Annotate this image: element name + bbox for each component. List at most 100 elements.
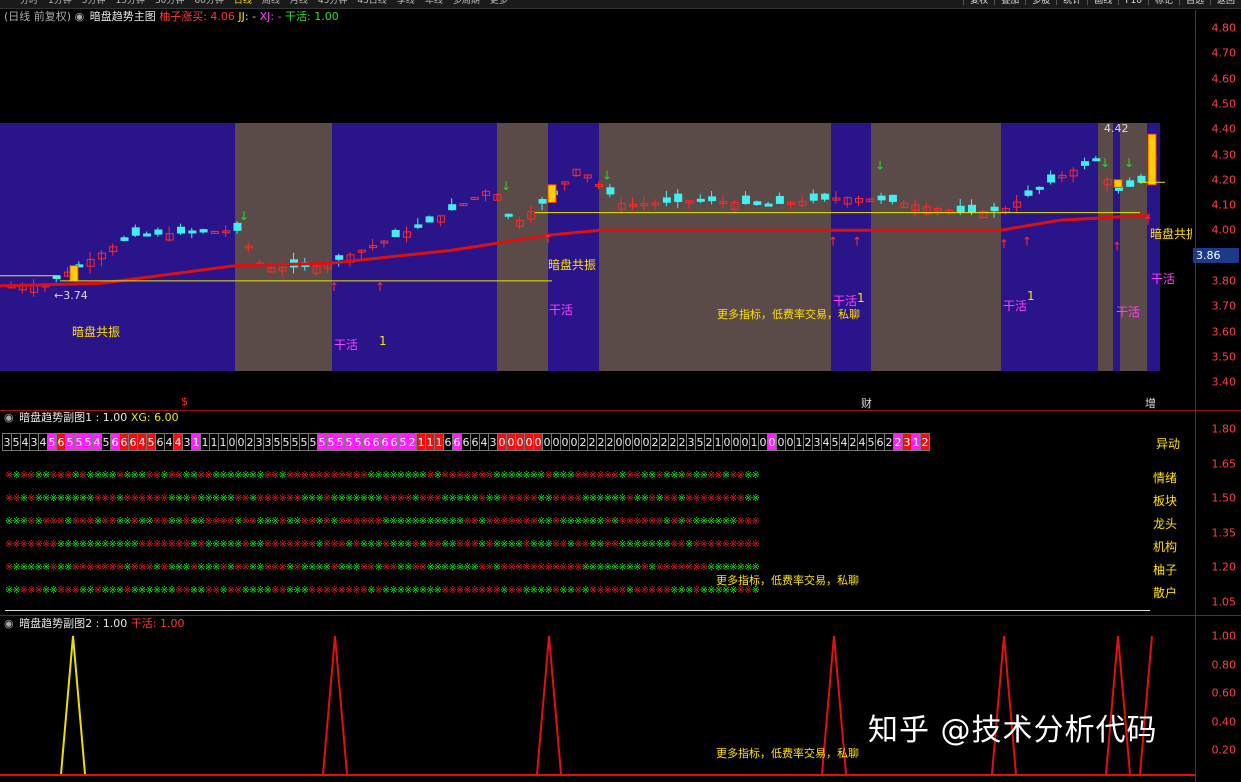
- down-arrow-icon: ↓: [239, 209, 249, 223]
- symbol-row: ※※※※※※※※※※※※※※※※※※※※※※※※※※※※※※※※※※※※※※※※…: [5, 493, 760, 504]
- candle-body: [764, 203, 773, 207]
- axis-tick-label: 1.80: [1211, 422, 1237, 436]
- price-axis: 4.804.704.604.504.404.304.204.104.003.90…: [1195, 10, 1241, 410]
- row-label-sector: 板块: [1153, 494, 1178, 508]
- down-arrow-icon: ↓: [501, 179, 511, 193]
- sub1-value: : 1.00: [95, 411, 128, 424]
- period-tab[interactable]: 日线: [234, 0, 252, 6]
- high-price-label: 4.42: [1104, 122, 1129, 135]
- axis-tick-label: 1.65: [1211, 457, 1237, 470]
- down-arrow-icon: ↓: [602, 169, 612, 183]
- marker-s: $: [181, 395, 188, 408]
- period-tab[interactable]: 周线: [262, 0, 280, 6]
- sub1-axis: 1.80 1.65 1.50 1.35 1.20 1.05: [1195, 411, 1241, 615]
- signal-spike: [536, 635, 562, 775]
- signal-spike: [60, 635, 86, 775]
- candle-body: [188, 230, 197, 234]
- axis-tick-label: 4.00: [1211, 223, 1237, 237]
- tool-buttons[interactable]: 复权 叠加 多股 统计 画线 F10 标记 自选 返回: [963, 0, 1241, 6]
- row-label-institution: 机构: [1153, 540, 1178, 554]
- candle-body: [199, 229, 208, 233]
- period-toolbar: 分时 1分钟 5分钟 15分钟 30分钟 60分钟 日线 周线 月线 45分钟 45日线 季线 年线 多周…: [0, 0, 1241, 9]
- candle-body: [821, 193, 830, 200]
- axis-tick-label: 4.40: [1211, 122, 1237, 136]
- period-tab[interactable]: 45日线: [357, 0, 386, 6]
- candle-body: [956, 205, 965, 213]
- panel-divider-1[interactable]: [0, 410, 1241, 411]
- tool-button[interactable]: 复权: [963, 0, 994, 6]
- sub2-axis: 1.00 0.80 0.60 0.40 0.20: [1195, 616, 1241, 782]
- period-tab[interactable]: 15分钟: [115, 0, 144, 6]
- main-candlestick-chart[interactable]: ↓↓↓↓ ↓ ↓↑ ↑↑ ↑ ↑ ↑ ↑ ↑↑: [0, 10, 1195, 410]
- axis-tick-label: 4.80: [1211, 21, 1237, 35]
- symbol-row: ※※※※※※※※※※※※※※※※※※※※※※※※※※※※※※※※※※※※※※※※…: [5, 562, 760, 573]
- row-label-leader: 龙头: [1153, 517, 1178, 531]
- period-tab[interactable]: 月线: [290, 0, 308, 6]
- symbol-row: ※※※※※※※※※※※※※※※※※※※※※※※※※※※※※※※※※※※※※※※※…: [5, 585, 760, 596]
- row-label-anomaly: 异动: [1156, 437, 1181, 451]
- candle-body: [888, 194, 897, 202]
- axis-tick-label: 1.50: [1211, 491, 1237, 505]
- dark-resonance-label-1: 暗盘共振: [72, 325, 121, 339]
- watermark: 知乎 @技术分析代码: [868, 713, 1158, 748]
- axis-tick-label: 0.80: [1211, 658, 1237, 671]
- candle-body: [177, 226, 185, 234]
- up-arrow-icon: ↑: [999, 237, 1009, 251]
- candle-body: [131, 227, 140, 236]
- one-label-1: 1: [379, 334, 387, 348]
- candle-body: [809, 193, 818, 201]
- axis-tick-label: 1.05: [1211, 595, 1237, 608]
- sub1-settings-icon[interactable]: ◉: [4, 411, 14, 424]
- period-tab[interactable]: 多周期: [453, 0, 480, 6]
- candle-body: [233, 222, 242, 231]
- period-tabs[interactable]: 分时 1分钟 5分钟 15分钟 30分钟 60分钟 日线 周线 月线 45分钟 45日线 季线 年线 多周…: [20, 0, 518, 6]
- work-label-4: 干活: [1003, 299, 1028, 313]
- tool-button[interactable]: 统计: [1056, 0, 1087, 6]
- period-tab[interactable]: 1分钟: [48, 0, 72, 6]
- work-label-1: 干活: [334, 338, 359, 352]
- down-arrow-icon: ↓: [875, 159, 885, 173]
- current-price-box: 3.86: [1193, 248, 1239, 263]
- tool-button[interactable]: 标记: [1147, 0, 1179, 6]
- tool-button[interactable]: 叠加: [994, 0, 1025, 6]
- period-tab[interactable]: 5分钟: [82, 0, 106, 6]
- period-tab[interactable]: 更多: [490, 0, 508, 6]
- candle-body: [1024, 190, 1033, 196]
- candle-body: [696, 198, 705, 202]
- candle-body: [708, 196, 717, 202]
- up-arrow-icon: ↑: [828, 234, 838, 248]
- promo-text-sub2: 更多指标，低费率交易，私聊: [716, 747, 859, 760]
- sub2-signal-chart[interactable]: [0, 616, 1195, 782]
- tool-button[interactable]: 自选: [1178, 0, 1210, 6]
- work-label-6: 干活: [1151, 272, 1176, 286]
- period-tab[interactable]: 60分钟: [194, 0, 223, 6]
- axis-tick-label: 4.30: [1211, 148, 1237, 161]
- candle-body: [990, 206, 999, 212]
- candle-body: [775, 195, 784, 204]
- sub1-xg: XG: 6.00: [130, 411, 179, 424]
- axis-tick-label: 3.80: [1211, 274, 1237, 288]
- period-tab[interactable]: 季线: [397, 0, 415, 6]
- candle-body: [425, 216, 434, 223]
- axis-tick-label: 4.70: [1211, 46, 1237, 60]
- candle-body: [606, 187, 615, 195]
- period-tab[interactable]: 45分钟: [318, 0, 347, 6]
- sub1-baseline: [5, 610, 1150, 611]
- tool-button[interactable]: 画线: [1087, 0, 1118, 6]
- candle-body: [154, 229, 163, 235]
- tool-button[interactable]: 返回: [1209, 0, 1241, 6]
- axis-tick-label: 4.50: [1211, 97, 1237, 111]
- candle-body: [538, 199, 547, 204]
- tool-button[interactable]: F10: [1118, 0, 1148, 6]
- low-price-label: ←3.74: [54, 289, 88, 302]
- period-tab[interactable]: 年线: [425, 0, 443, 6]
- candle-body: [968, 204, 976, 213]
- period-tab[interactable]: 分时: [20, 0, 38, 6]
- tool-button[interactable]: 多股: [1025, 0, 1056, 6]
- row-label-youzi: 柚子: [1153, 563, 1178, 577]
- sub1-indicator-name[interactable]: 暗盘趋势副图1: [19, 411, 92, 424]
- down-arrow-icon: ↓: [1124, 156, 1134, 170]
- period-tab[interactable]: 30分钟: [155, 0, 184, 6]
- axis-tick-label: 1.20: [1211, 560, 1237, 574]
- row-label-retail: 散户: [1153, 586, 1178, 600]
